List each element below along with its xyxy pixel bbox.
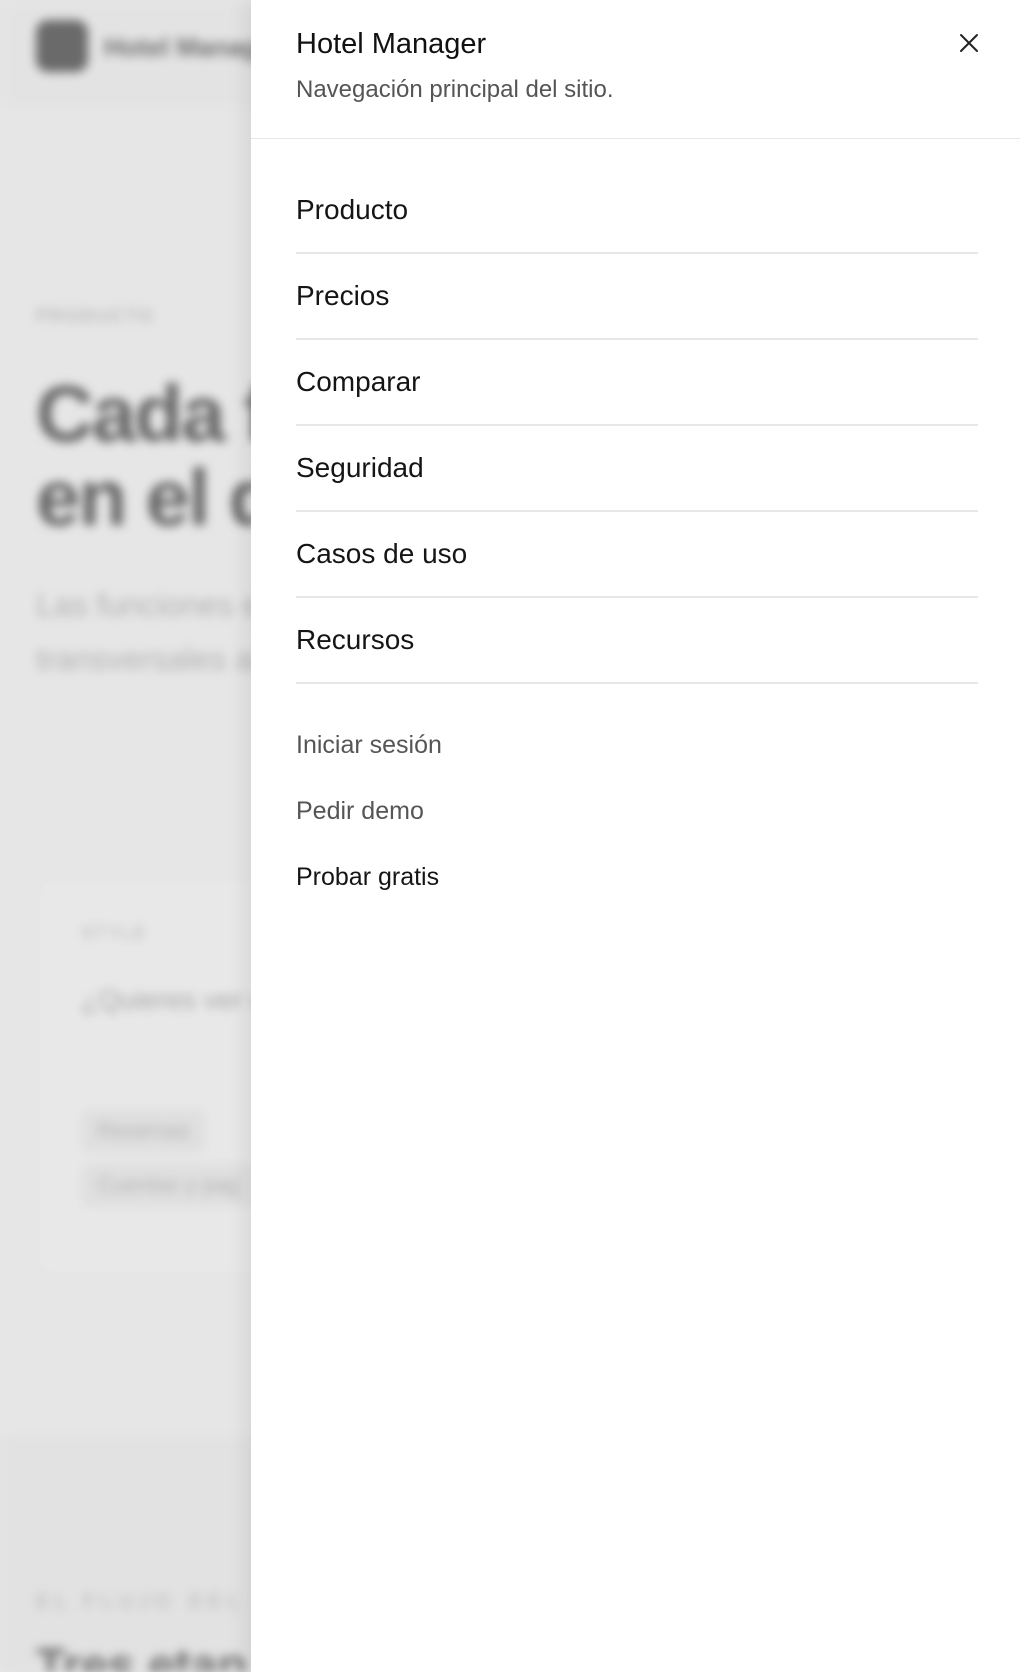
nav-item-comparar[interactable]: Comparar — [296, 340, 978, 426]
drawer-subtitle: Navegación principal del sitio. — [296, 76, 614, 103]
close-icon — [960, 34, 978, 52]
nav-item-producto[interactable]: Producto — [296, 168, 978, 254]
close-button[interactable] — [952, 26, 986, 60]
nav-item-seguridad[interactable]: Seguridad — [296, 426, 978, 512]
nav-item-recursos[interactable]: Recursos — [296, 598, 978, 684]
free-trial-link[interactable]: Probar gratis — [296, 844, 978, 910]
drawer-title: Hotel Manager — [296, 28, 487, 60]
request-demo-link[interactable]: Pedir demo — [296, 778, 978, 844]
nav-item-precios[interactable]: Precios — [296, 254, 978, 340]
nav-item-casos-de-uso[interactable]: Casos de uso — [296, 512, 978, 598]
drawer-header: Hotel Manager Navegación principal del s… — [251, 0, 1020, 139]
secondary-actions: Iniciar sesión Pedir demo Probar gratis — [296, 712, 978, 910]
main-nav-list: Producto Precios Comparar Seguridad Caso… — [296, 168, 978, 684]
navigation-drawer: Hotel Manager Navegación principal del s… — [251, 0, 1020, 1672]
login-link[interactable]: Iniciar sesión — [296, 712, 978, 778]
